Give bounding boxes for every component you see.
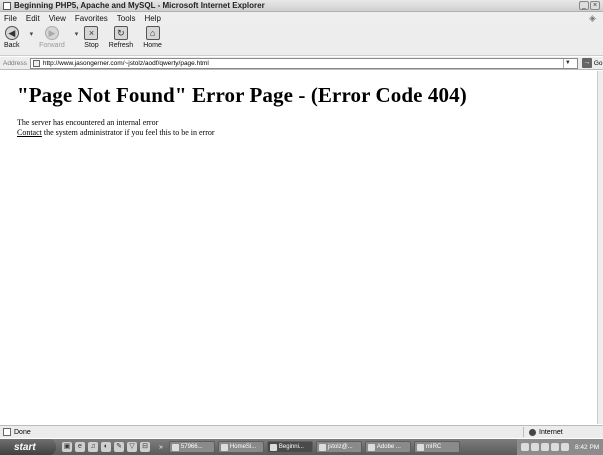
home-icon: ⌂ (145, 26, 160, 40)
task-window-icon (171, 443, 179, 451)
clock: 8:42 PM (575, 443, 600, 451)
go-arrow-icon: → (581, 58, 592, 68)
contact-line: Contact the system administrator if you … (17, 128, 597, 138)
tray-icon[interactable] (521, 443, 529, 451)
task-button[interactable]: HomeSi... (217, 441, 264, 453)
menu-favorites[interactable]: Favorites (75, 14, 108, 23)
task-button[interactable]: mIRC (413, 441, 460, 453)
error-heading: "Page Not Found" Error Page - (Error Cod… (17, 83, 467, 107)
system-tray: 8:42 PM (517, 439, 603, 455)
show-desktop-icon[interactable]: ▣ (62, 442, 72, 452)
close-icon[interactable]: × (590, 1, 600, 10)
window-title: Beginning PHP5, Apache and MySQL - Micro… (14, 1, 265, 10)
forward-dropdown-icon[interactable]: ▾ (75, 30, 79, 38)
task-window-icon (416, 443, 424, 451)
contact-link[interactable]: Contact (17, 128, 42, 137)
tray-icon[interactable] (561, 443, 569, 451)
quick-launch-more-icon[interactable]: » (159, 444, 163, 451)
menu-view[interactable]: View (49, 14, 66, 23)
taskbar: start ▣ e ♫ ◐ ✎ ▽ ⊟ » 57966... HomeSi...… (0, 439, 603, 455)
home-button[interactable]: ⌂ Home (143, 26, 162, 49)
page-content: "Page Not Found" Error Page - (Error Cod… (0, 71, 597, 424)
back-button[interactable]: ◀ Back (4, 26, 20, 49)
task-button[interactable]: Adobe ... (364, 441, 411, 453)
menu-file[interactable]: File (4, 14, 17, 23)
back-arrow-icon: ◀ (4, 26, 19, 40)
window-controls: _ × (579, 1, 600, 10)
browser-icon[interactable]: e (75, 442, 85, 452)
security-zone: Internet (523, 427, 593, 437)
app-icon[interactable]: ◐ (101, 442, 111, 452)
stop-button[interactable]: × Stop (84, 26, 99, 49)
task-button-active[interactable]: Beginni... (266, 441, 313, 453)
title-bar: Beginning PHP5, Apache and MySQL - Micro… (0, 0, 603, 12)
menu-edit[interactable]: Edit (26, 14, 40, 23)
vertical-scrollbar[interactable] (597, 71, 603, 424)
task-window-icon (220, 443, 228, 451)
address-label: Address (3, 59, 27, 67)
menu-help[interactable]: Help (144, 14, 160, 23)
go-button[interactable]: → Go (581, 58, 603, 68)
task-window-icon (318, 443, 326, 451)
tray-icon[interactable] (551, 443, 559, 451)
quick-launch: ▣ e ♫ ◐ ✎ ▽ ⊟ » (62, 442, 163, 452)
network-icon[interactable]: ▽ (127, 442, 137, 452)
page-icon (32, 59, 40, 67)
media-icon[interactable]: ♫ (88, 442, 98, 452)
address-input[interactable] (42, 59, 563, 67)
windows-logo-icon: ◈ (589, 13, 596, 23)
stop-icon: × (84, 26, 99, 40)
globe-icon (529, 428, 536, 436)
status-text: Done (14, 428, 31, 436)
page-done-icon (3, 428, 11, 436)
forward-button[interactable]: ▶ Forward (39, 26, 65, 49)
start-button[interactable]: start (0, 439, 56, 455)
minimize-icon[interactable]: _ (579, 1, 589, 10)
menu-bar: File Edit View Favorites Tools Help ◈ (0, 12, 603, 24)
editor-icon[interactable]: ✎ (114, 442, 124, 452)
ie-icon (3, 1, 11, 10)
status-bar: Done Internet (0, 425, 603, 438)
refresh-button[interactable]: ↻ Refresh (109, 26, 133, 49)
task-button[interactable]: 57966... (168, 441, 215, 453)
tray-icon[interactable] (541, 443, 549, 451)
contact-line-text: the system administrator if you feel thi… (41, 128, 215, 137)
tray-icon[interactable] (531, 443, 539, 451)
task-window-icon (269, 443, 277, 451)
refresh-icon: ↻ (113, 26, 128, 40)
back-dropdown-icon[interactable]: ▾ (30, 30, 34, 38)
printer-icon[interactable]: ⊟ (140, 442, 150, 452)
address-dropdown-icon[interactable]: ▼ (562, 58, 572, 68)
task-window-icon (367, 443, 375, 451)
address-box[interactable]: ▼ (29, 57, 578, 69)
task-list: 57966... HomeSi... Beginni... jstolz@...… (168, 441, 460, 453)
menu-tools[interactable]: Tools (117, 14, 136, 23)
zone-label: Internet (539, 428, 563, 436)
address-bar: Address ▼ → Go (0, 57, 603, 70)
error-message: The server has encountered an internal e… (17, 118, 159, 127)
toolbar: ◀ Back ▾ ▶ Forward ▾ × Stop ↻ Refresh ⌂ … (0, 24, 603, 56)
forward-arrow-icon: ▶ (44, 26, 59, 40)
task-button[interactable]: jstolz@... (315, 441, 362, 453)
